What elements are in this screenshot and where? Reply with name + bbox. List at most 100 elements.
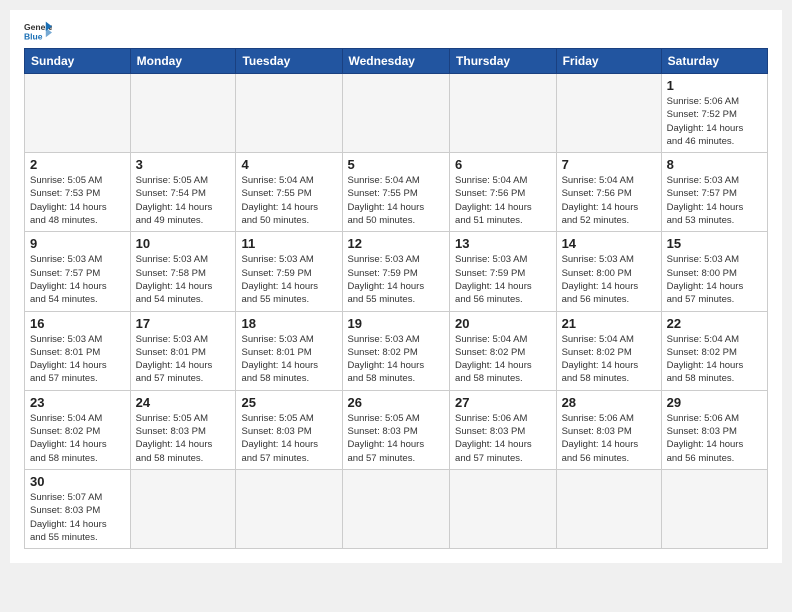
day-number: 2: [30, 157, 125, 172]
day-info: Sunrise: 5:04 AM Sunset: 7:56 PM Dayligh…: [562, 174, 656, 227]
calendar-cell: 6Sunrise: 5:04 AM Sunset: 7:56 PM Daylig…: [450, 153, 557, 232]
weekday-header-thursday: Thursday: [450, 49, 557, 74]
calendar-cell: 12 Sunrise: 5:03 AM Sunset: 7:59 PM Dayli…: [342, 232, 450, 311]
day-number: 18: [241, 316, 336, 331]
calendar-cell: 9 Sunrise: 5:03 AM Sunset: 7:57 PM Daylig…: [25, 232, 131, 311]
calendar-row: 30 Sunrise: 5:07 AM Sunset: 8:03 PM Dayli…: [25, 469, 768, 548]
weekday-header-monday: Monday: [130, 49, 236, 74]
day-info: Sunrise: 5:04 AM Sunset: 7:55 PM Dayligh…: [348, 174, 445, 227]
calendar-cell: [342, 469, 450, 548]
calendar-cell: 14 Sunrise: 5:03 AM Sunset: 8:00 PM Dayli…: [556, 232, 661, 311]
calendar-cell: 1 Sunrise: 5:06 AM Sunset: 7:52 PM Daylig…: [661, 74, 767, 153]
day-number: 26: [348, 395, 445, 410]
day-info: Sunrise: 5:03 AM Sunset: 8:00 PM Dayligh…: [667, 253, 762, 306]
day-info: Sunrise: 5:03 AM Sunset: 8:01 PM Dayligh…: [136, 333, 231, 386]
calendar-cell: [130, 469, 236, 548]
day-number: 9: [30, 236, 125, 251]
day-info: Sunrise: 5:06 AM Sunset: 8:03 PM Dayligh…: [667, 412, 762, 465]
calendar-row: 23Sunrise: 5:04 AM Sunset: 8:02 PM Dayli…: [25, 390, 768, 469]
calendar-cell: [25, 74, 131, 153]
day-number: 3: [136, 157, 231, 172]
weekday-header-saturday: Saturday: [661, 49, 767, 74]
calendar-cell: [450, 469, 557, 548]
calendar-cell: 16Sunrise: 5:03 AM Sunset: 8:01 PM Dayli…: [25, 311, 131, 390]
day-info: Sunrise: 5:05 AM Sunset: 8:03 PM Dayligh…: [348, 412, 445, 465]
day-info: Sunrise: 5:04 AM Sunset: 7:55 PM Dayligh…: [241, 174, 336, 227]
day-number: 21: [562, 316, 656, 331]
day-number: 19: [348, 316, 445, 331]
day-info: Sunrise: 5:03 AM Sunset: 7:59 PM Dayligh…: [455, 253, 551, 306]
calendar-cell: [556, 74, 661, 153]
calendar-cell: [661, 469, 767, 548]
calendar-cell: [450, 74, 557, 153]
calendar-cell: 22Sunrise: 5:04 AM Sunset: 8:02 PM Dayli…: [661, 311, 767, 390]
calendar-cell: 26 Sunrise: 5:05 AM Sunset: 8:03 PM Dayli…: [342, 390, 450, 469]
weekday-header-wednesday: Wednesday: [342, 49, 450, 74]
header: General Blue: [24, 20, 768, 42]
calendar-row: 2 Sunrise: 5:05 AM Sunset: 7:53 PM Daylig…: [25, 153, 768, 232]
day-info: Sunrise: 5:03 AM Sunset: 7:58 PM Dayligh…: [136, 253, 231, 306]
day-number: 30: [30, 474, 125, 489]
calendar-cell: 17Sunrise: 5:03 AM Sunset: 8:01 PM Dayli…: [130, 311, 236, 390]
day-number: 10: [136, 236, 231, 251]
calendar-cell: 27 Sunrise: 5:06 AM Sunset: 8:03 PM Dayli…: [450, 390, 557, 469]
calendar-row: 1 Sunrise: 5:06 AM Sunset: 7:52 PM Daylig…: [25, 74, 768, 153]
day-info: Sunrise: 5:03 AM Sunset: 7:59 PM Dayligh…: [348, 253, 445, 306]
day-number: 5: [348, 157, 445, 172]
weekday-header-row: SundayMondayTuesdayWednesdayThursdayFrid…: [25, 49, 768, 74]
day-number: 13: [455, 236, 551, 251]
calendar-cell: 4 Sunrise: 5:04 AM Sunset: 7:55 PM Daylig…: [236, 153, 342, 232]
calendar-cell: 30 Sunrise: 5:07 AM Sunset: 8:03 PM Dayli…: [25, 469, 131, 548]
day-number: 23: [30, 395, 125, 410]
calendar-cell: [236, 469, 342, 548]
calendar-table: SundayMondayTuesdayWednesdayThursdayFrid…: [24, 48, 768, 549]
day-number: 15: [667, 236, 762, 251]
calendar-cell: 11Sunrise: 5:03 AM Sunset: 7:59 PM Dayli…: [236, 232, 342, 311]
day-number: 14: [562, 236, 656, 251]
day-number: 1: [667, 78, 762, 93]
day-info: Sunrise: 5:05 AM Sunset: 7:53 PM Dayligh…: [30, 174, 125, 227]
calendar-cell: 5 Sunrise: 5:04 AM Sunset: 7:55 PM Daylig…: [342, 153, 450, 232]
calendar-cell: 2 Sunrise: 5:05 AM Sunset: 7:53 PM Daylig…: [25, 153, 131, 232]
calendar-cell: 15 Sunrise: 5:03 AM Sunset: 8:00 PM Dayli…: [661, 232, 767, 311]
day-info: Sunrise: 5:05 AM Sunset: 7:54 PM Dayligh…: [136, 174, 231, 227]
calendar-cell: 28Sunrise: 5:06 AM Sunset: 8:03 PM Dayli…: [556, 390, 661, 469]
calendar-cell: [556, 469, 661, 548]
day-number: 12: [348, 236, 445, 251]
calendar-cell: [130, 74, 236, 153]
day-info: Sunrise: 5:07 AM Sunset: 8:03 PM Dayligh…: [30, 491, 125, 544]
calendar-cell: 3 Sunrise: 5:05 AM Sunset: 7:54 PM Daylig…: [130, 153, 236, 232]
day-number: 6: [455, 157, 551, 172]
day-number: 24: [136, 395, 231, 410]
day-number: 27: [455, 395, 551, 410]
day-info: Sunrise: 5:03 AM Sunset: 7:57 PM Dayligh…: [30, 253, 125, 306]
general-blue-icon: General Blue: [24, 20, 52, 42]
day-info: Sunrise: 5:06 AM Sunset: 8:03 PM Dayligh…: [455, 412, 551, 465]
calendar-cell: 7Sunrise: 5:04 AM Sunset: 7:56 PM Daylig…: [556, 153, 661, 232]
calendar-cell: 21 Sunrise: 5:04 AM Sunset: 8:02 PM Dayli…: [556, 311, 661, 390]
calendar-cell: 25Sunrise: 5:05 AM Sunset: 8:03 PM Dayli…: [236, 390, 342, 469]
day-info: Sunrise: 5:05 AM Sunset: 8:03 PM Dayligh…: [136, 412, 231, 465]
day-number: 29: [667, 395, 762, 410]
logo: General Blue: [24, 20, 52, 42]
day-number: 22: [667, 316, 762, 331]
calendar-cell: 19Sunrise: 5:03 AM Sunset: 8:02 PM Dayli…: [342, 311, 450, 390]
day-number: 4: [241, 157, 336, 172]
weekday-header-sunday: Sunday: [25, 49, 131, 74]
calendar-cell: [236, 74, 342, 153]
day-info: Sunrise: 5:03 AM Sunset: 7:59 PM Dayligh…: [241, 253, 336, 306]
calendar-cell: 29 Sunrise: 5:06 AM Sunset: 8:03 PM Dayli…: [661, 390, 767, 469]
day-info: Sunrise: 5:04 AM Sunset: 8:02 PM Dayligh…: [562, 333, 656, 386]
calendar-cell: 8Sunrise: 5:03 AM Sunset: 7:57 PM Daylig…: [661, 153, 767, 232]
day-info: Sunrise: 5:03 AM Sunset: 8:00 PM Dayligh…: [562, 253, 656, 306]
day-number: 8: [667, 157, 762, 172]
day-number: 28: [562, 395, 656, 410]
day-info: Sunrise: 5:06 AM Sunset: 7:52 PM Dayligh…: [667, 95, 762, 148]
calendar-cell: [342, 74, 450, 153]
calendar-cell: 20Sunrise: 5:04 AM Sunset: 8:02 PM Dayli…: [450, 311, 557, 390]
day-number: 25: [241, 395, 336, 410]
calendar-cell: 23Sunrise: 5:04 AM Sunset: 8:02 PM Dayli…: [25, 390, 131, 469]
calendar-cell: 10 Sunrise: 5:03 AM Sunset: 7:58 PM Dayli…: [130, 232, 236, 311]
day-number: 16: [30, 316, 125, 331]
calendar-row: 9 Sunrise: 5:03 AM Sunset: 7:57 PM Daylig…: [25, 232, 768, 311]
